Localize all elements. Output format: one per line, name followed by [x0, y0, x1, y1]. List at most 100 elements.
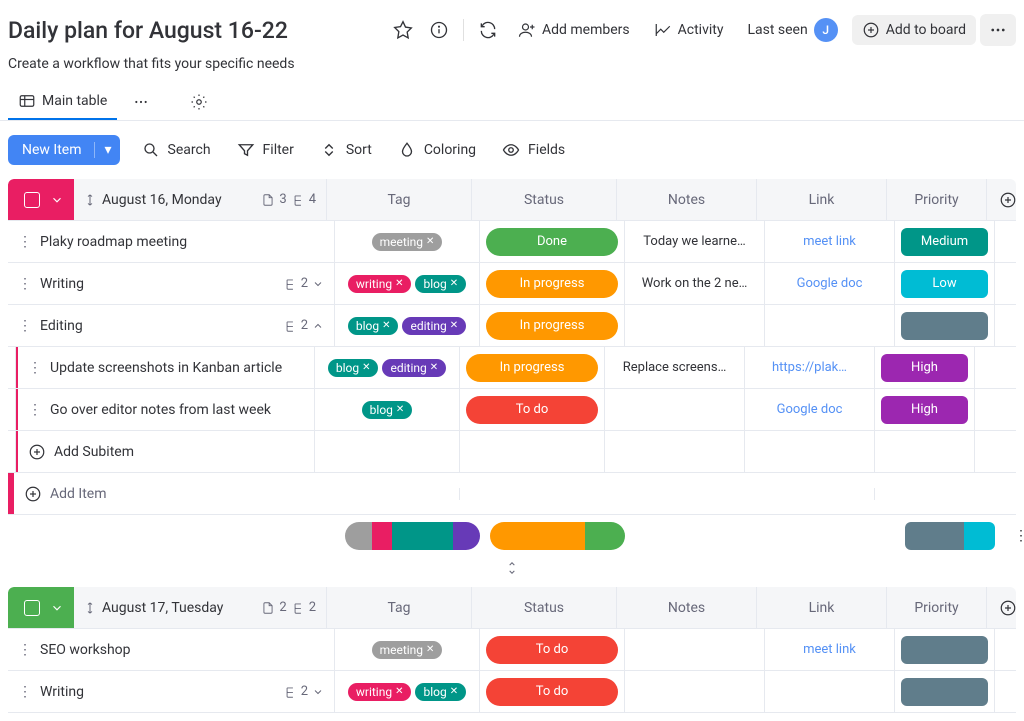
cell-link[interactable]: meet link — [764, 629, 894, 670]
cell-link[interactable]: Google doc — [744, 389, 874, 430]
drag-handle-icon[interactable] — [18, 318, 32, 334]
tag-pill[interactable]: writing ✕ — [348, 275, 412, 293]
drag-handle-icon[interactable] — [18, 276, 32, 292]
add-column-button[interactable] — [986, 587, 1016, 628]
add-members-button[interactable]: Add members — [508, 15, 640, 45]
page-title[interactable]: Daily plan for August 16-22 — [8, 17, 288, 44]
cell-tag[interactable]: blog ✕editing ✕ — [314, 347, 459, 388]
select-all-checkbox[interactable] — [24, 192, 40, 208]
drag-handle-icon[interactable] — [18, 642, 32, 658]
add-to-board-button[interactable]: Add to board — [852, 15, 976, 45]
tag-remove-icon[interactable]: ✕ — [450, 278, 458, 289]
row-name-cell[interactable]: Writing2 — [8, 263, 334, 304]
tag-remove-icon[interactable]: ✕ — [426, 644, 434, 655]
table-row[interactable]: Editing2blog ✕editing ✕In progress — [8, 305, 1016, 347]
activity-button[interactable]: Activity — [644, 15, 734, 45]
add-item-row[interactable]: Add Item — [8, 473, 1016, 515]
cell-notes[interactable] — [624, 629, 764, 670]
row-name-cell[interactable]: Writing2 — [8, 671, 334, 712]
coloring-button[interactable]: Coloring — [394, 137, 480, 163]
star-icon[interactable] — [387, 14, 419, 46]
column-header-priority[interactable]: Priority — [886, 587, 986, 628]
cell-tag[interactable]: meeting ✕ — [334, 221, 479, 262]
fields-button[interactable]: Fields — [498, 137, 569, 163]
table-row[interactable]: Plaky roadmap meetingmeeting ✕DoneToday … — [8, 221, 1016, 263]
tag-pill[interactable]: blog ✕ — [415, 275, 466, 293]
drag-handle-icon[interactable] — [18, 684, 32, 700]
column-header-status[interactable]: Status — [471, 179, 616, 220]
tag-pill[interactable]: blog ✕ — [362, 401, 413, 419]
cell-notes[interactable]: Replace screens… — [604, 347, 744, 388]
cell-notes[interactable]: Work on the 2 ne… — [624, 263, 764, 304]
cell-priority[interactable]: Low — [894, 263, 994, 304]
subitem-indicator[interactable]: 2 — [283, 684, 324, 699]
summary-priority[interactable] — [900, 517, 1000, 555]
cell-notes[interactable]: Today we learne… — [624, 221, 764, 262]
cell-notes[interactable] — [624, 671, 764, 712]
row-name-cell[interactable]: Plaky roadmap meeting — [8, 221, 334, 262]
cell-notes[interactable] — [624, 305, 764, 346]
tag-remove-icon[interactable]: ✕ — [362, 362, 370, 373]
cell-status[interactable]: In progress — [479, 263, 624, 304]
tag-pill[interactable]: meeting ✕ — [372, 641, 443, 659]
table-row[interactable]: Writing2writing ✕blog ✕To do — [8, 671, 1016, 713]
row-name-cell[interactable]: Editing2 — [8, 305, 334, 346]
column-header-status[interactable]: Status — [471, 587, 616, 628]
add-column-button[interactable] — [986, 179, 1016, 220]
table-row[interactable]: Writing2writing ✕blog ✕In progressWork o… — [8, 263, 1016, 305]
cell-tag[interactable]: writing ✕blog ✕ — [334, 263, 479, 304]
column-header-notes[interactable]: Notes — [616, 587, 756, 628]
column-header-tag[interactable]: Tag — [326, 587, 471, 628]
chevron-down-icon[interactable]: ▾ — [94, 142, 112, 158]
add-item-cell[interactable]: Add Item — [14, 485, 314, 503]
tag-remove-icon[interactable]: ✕ — [450, 686, 458, 697]
cell-status[interactable]: Done — [479, 221, 624, 262]
drag-handle-icon[interactable] — [18, 234, 32, 250]
cell-priority[interactable]: High — [874, 389, 974, 430]
last-seen-button[interactable]: Last seen J — [737, 12, 847, 48]
cell-status[interactable]: In progress — [459, 347, 604, 388]
filter-button[interactable]: Filter — [233, 137, 298, 163]
cell-link[interactable]: https://plak… — [744, 347, 874, 388]
tag-remove-icon[interactable]: ✕ — [430, 362, 438, 373]
sort-button[interactable]: Sort — [316, 137, 376, 163]
summary-status[interactable] — [485, 517, 630, 555]
new-item-button[interactable]: New Item ▾ — [8, 135, 120, 165]
more-menu-button[interactable] — [980, 14, 1016, 46]
drag-handle-icon[interactable] — [28, 360, 42, 376]
tag-pill[interactable]: editing ✕ — [402, 317, 466, 335]
cell-notes[interactable] — [604, 389, 744, 430]
summary-tag[interactable] — [340, 517, 485, 555]
column-header-tag[interactable]: Tag — [326, 179, 471, 220]
cell-link[interactable]: meet link — [764, 221, 894, 262]
cell-tag[interactable]: writing ✕blog ✕ — [334, 671, 479, 712]
tag-remove-icon[interactable]: ✕ — [450, 320, 458, 331]
info-icon[interactable] — [423, 14, 455, 46]
subitem-row[interactable]: Go over editor notes from last week blog … — [8, 389, 1016, 431]
tab-options-button[interactable] — [125, 86, 157, 118]
tab-main-table[interactable]: Main table — [8, 84, 117, 120]
tag-remove-icon[interactable]: ✕ — [382, 320, 390, 331]
tag-pill[interactable]: blog ✕ — [415, 683, 466, 701]
drag-handle-icon[interactable] — [28, 402, 42, 418]
cell-status[interactable]: To do — [479, 629, 624, 670]
cell-link[interactable]: Google doc — [764, 263, 894, 304]
cell-priority[interactable] — [894, 305, 994, 346]
tag-remove-icon[interactable]: ✕ — [395, 686, 403, 697]
cell-tag[interactable]: meeting ✕ — [334, 629, 479, 670]
tag-remove-icon[interactable]: ✕ — [396, 404, 404, 415]
cell-priority[interactable] — [894, 671, 994, 712]
select-all-checkbox[interactable] — [24, 600, 40, 616]
cell-tag[interactable]: blog ✕editing ✕ — [334, 305, 479, 346]
cell-priority[interactable]: Medium — [894, 221, 994, 262]
cell-priority[interactable]: High — [874, 347, 974, 388]
subitem-indicator[interactable]: 2 — [283, 318, 324, 333]
column-header-link[interactable]: Link — [756, 587, 886, 628]
cell-link[interactable] — [764, 671, 894, 712]
column-header-notes[interactable]: Notes — [616, 179, 756, 220]
group-title-cell[interactable]: August 16, Monday34 — [74, 179, 326, 220]
column-header-priority[interactable]: Priority — [886, 179, 986, 220]
tag-pill[interactable]: editing ✕ — [382, 359, 446, 377]
row-name-cell[interactable]: Go over editor notes from last week — [18, 389, 314, 430]
row-name-cell[interactable]: SEO workshop — [8, 629, 334, 670]
